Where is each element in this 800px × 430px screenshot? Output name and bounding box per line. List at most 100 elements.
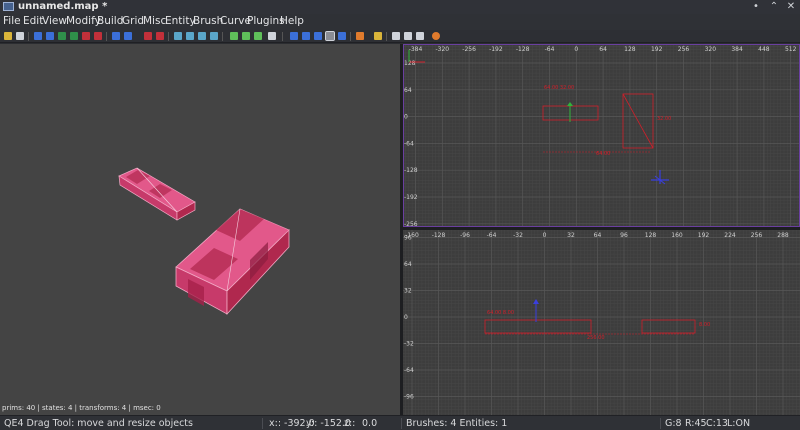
rotate-z-icon[interactable] — [94, 32, 102, 40]
brush-small[interactable] — [118, 167, 196, 221]
front-y-tick: -64 — [404, 367, 414, 374]
front-dim-size: 64.00 8.00 — [487, 310, 514, 316]
menu-plugins[interactable]: Plugins — [247, 15, 285, 27]
camera-icon[interactable] — [268, 32, 276, 40]
top-y-tick: 128 — [404, 60, 416, 67]
front-x-tick: 0 — [543, 232, 547, 239]
front-x-tick: 64 — [594, 232, 602, 239]
menu-brush[interactable]: Brush — [193, 15, 223, 27]
brush-large[interactable] — [175, 208, 290, 316]
menu-build[interactable]: Build — [97, 15, 123, 27]
view-side-icon[interactable] — [242, 32, 250, 40]
top-x-tick: 0 — [574, 46, 578, 53]
entity-icon[interactable] — [356, 32, 364, 40]
menu-file[interactable]: File — [3, 15, 21, 27]
render-stats: prims: 40 | states: 4 | transforms: 4 | … — [2, 404, 161, 412]
front-view[interactable]: -160 -128 -96 -64 -32 0 32 64 96 128 160 192 224 256 2… — [403, 230, 800, 415]
top-x-tick: -64 — [545, 46, 555, 53]
front-x-tick: -128 — [432, 232, 446, 239]
camera-view[interactable]: prims: 40 | states: 4 | transforms: 4 | … — [0, 44, 400, 415]
clipper-icon[interactable] — [186, 32, 194, 40]
front-x-tick: 288 — [777, 232, 789, 239]
top-x-tick: 384 — [731, 46, 743, 53]
show-entities-icon[interactable] — [416, 32, 424, 40]
top-y-tick: -64 — [404, 140, 414, 147]
scale-lock-icon[interactable] — [210, 32, 218, 40]
status-grid: G:8 — [665, 418, 682, 429]
camera-scene — [118, 167, 290, 316]
restore-icon[interactable]: ⌃ — [768, 1, 780, 13]
flip-z-icon[interactable] — [82, 32, 90, 40]
front-x-tick: 224 — [724, 232, 736, 239]
top-x-tick: -384 — [409, 46, 423, 53]
front-x-tick: 192 — [698, 232, 710, 239]
drag-tool-icon[interactable] — [325, 31, 335, 41]
top-x-tick: 192 — [651, 46, 663, 53]
csg-subtract-icon[interactable] — [144, 32, 152, 40]
hollow-icon[interactable] — [174, 32, 182, 40]
top-y-tick: 64 — [404, 87, 412, 94]
top-x-tick: -320 — [435, 46, 449, 53]
top-y-tick: 0 — [404, 114, 408, 121]
front-x-tick: 256 — [751, 232, 763, 239]
refresh-icon[interactable] — [432, 32, 440, 40]
texture-lock-icon[interactable] — [198, 32, 206, 40]
front-view-canvas: -160 -128 -96 -64 -32 0 32 64 96 128 160 192 224 256 2… — [403, 230, 800, 415]
show-brushes-icon[interactable] — [404, 32, 412, 40]
menu-view[interactable]: View — [42, 15, 67, 27]
top-dim-size: 64.00 32.00 — [544, 85, 574, 91]
top-x-tick: 64 — [599, 46, 607, 53]
select-complete-icon[interactable] — [112, 32, 120, 40]
menu-help[interactable]: Help — [280, 15, 304, 27]
flip-y-icon[interactable] — [58, 32, 66, 40]
select-touching-icon[interactable] — [124, 32, 132, 40]
flip-x-icon[interactable] — [34, 32, 42, 40]
minimize-icon[interactable]: • — [750, 1, 762, 13]
top-x-tick: 512 — [785, 46, 797, 53]
status-bar: QE4 Drag Tool: move and resize objects x… — [0, 415, 800, 430]
status-z: z:: — [344, 418, 356, 429]
front-x-tick: 160 — [671, 232, 683, 239]
status-counts: Brushes: 4 Entities: 1 — [406, 418, 508, 429]
open-icon[interactable] — [4, 32, 12, 40]
top-view-canvas: -384 -320 -256 -192 -128 -64 0 64 128 192 256 320 38… — [403, 44, 800, 227]
top-dim-height: 32.00 — [657, 116, 671, 122]
top-x-tick: 128 — [624, 46, 636, 53]
status-z-value: 0.0 — [362, 418, 378, 429]
menu-bar: File Edit View Modify Build Grid Misc En… — [0, 14, 800, 30]
top-x-tick: -256 — [462, 46, 476, 53]
rotate-x-icon[interactable] — [46, 32, 54, 40]
front-y-tick: 0 — [404, 314, 408, 321]
front-dim-width: 256.00 — [587, 335, 605, 341]
front-y-tick: -96 — [404, 394, 414, 401]
top-x-tick: 448 — [758, 46, 770, 53]
front-y-tick: 32 — [404, 288, 412, 295]
status-lock: L:ON — [727, 418, 751, 429]
top-x-tick: 256 — [678, 46, 690, 53]
close-icon[interactable]: ✕ — [785, 1, 797, 13]
texture-browser-icon[interactable] — [374, 32, 382, 40]
top-y-tick: -192 — [404, 194, 418, 201]
front-x-tick: 32 — [567, 232, 575, 239]
drag-vertices-icon[interactable] — [338, 32, 346, 40]
status-clip: C:13 — [706, 418, 728, 429]
menu-edit[interactable]: Edit — [23, 15, 43, 27]
rotate-y-icon[interactable] — [70, 32, 78, 40]
menu-modify[interactable]: Modify — [66, 15, 101, 27]
top-view[interactable]: -384 -320 -256 -192 -128 -64 0 64 128 192 256 320 38… — [403, 44, 800, 227]
save-icon[interactable] — [16, 32, 24, 40]
menu-misc[interactable]: Misc — [143, 15, 166, 27]
front-y-tick: 96 — [404, 235, 412, 242]
drag-edges-icon[interactable] — [314, 32, 322, 40]
view-front-icon[interactable] — [254, 32, 262, 40]
app-icon — [3, 2, 14, 11]
patch-icon[interactable] — [302, 32, 310, 40]
csg-merge-icon[interactable] — [156, 32, 164, 40]
top-x-tick: 320 — [705, 46, 717, 53]
cube-clip-icon[interactable] — [290, 32, 298, 40]
menu-grid[interactable]: Grid — [122, 15, 144, 27]
front-x-tick: -64 — [487, 232, 497, 239]
view-top-icon[interactable] — [230, 32, 238, 40]
menu-entity[interactable]: Entity — [165, 15, 196, 27]
show-patches-icon[interactable] — [392, 32, 400, 40]
